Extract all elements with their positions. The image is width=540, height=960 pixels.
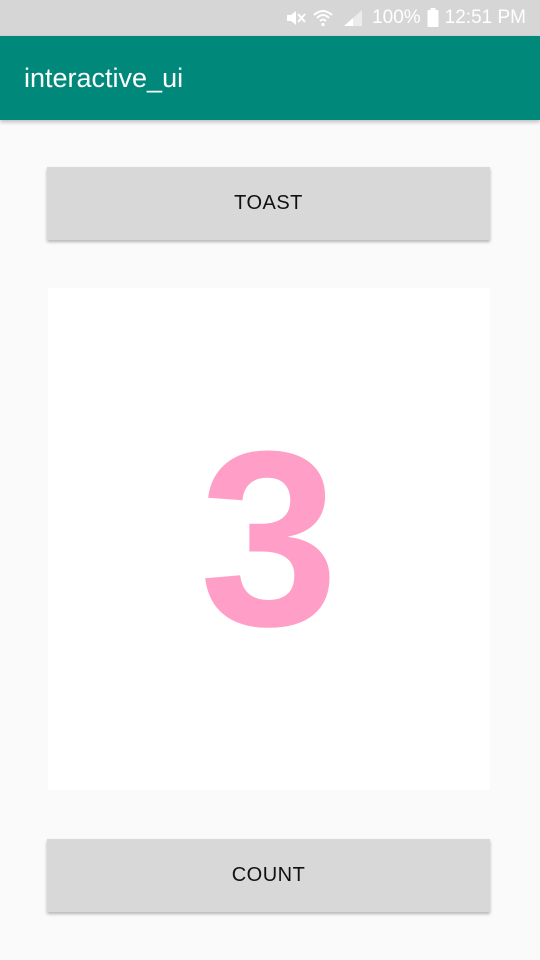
battery-icon bbox=[427, 8, 439, 28]
status-bar: 100% 12:51 PM bbox=[0, 0, 540, 36]
app-title: interactive_ui bbox=[24, 63, 184, 93]
count-value: 3 bbox=[199, 399, 339, 678]
count-display-panel: 3 bbox=[48, 288, 490, 790]
status-icons: 100% 12:51 PM bbox=[284, 0, 526, 36]
clock: 12:51 PM bbox=[444, 7, 526, 28]
count-button[interactable]: COUNT bbox=[47, 839, 490, 912]
battery-percent: 100% bbox=[372, 7, 421, 28]
wifi-icon bbox=[312, 8, 334, 28]
toast-button[interactable]: TOAST bbox=[47, 167, 490, 240]
signal-icon bbox=[340, 8, 366, 28]
mute-icon bbox=[284, 8, 306, 28]
app-bar: interactive_ui bbox=[0, 36, 540, 120]
